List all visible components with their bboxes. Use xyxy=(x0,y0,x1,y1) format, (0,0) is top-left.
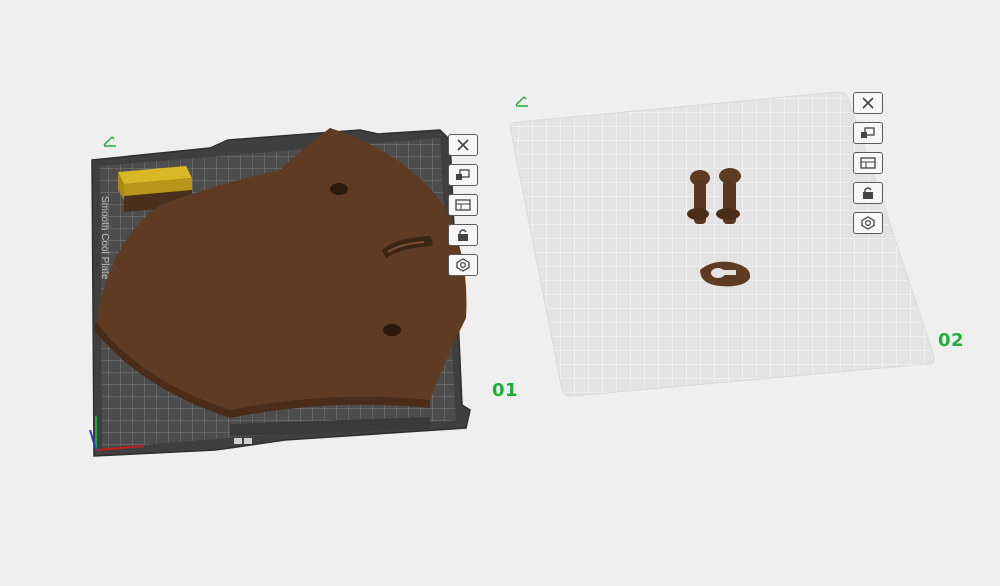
plate-01-toolbar xyxy=(448,134,478,284)
lock-icon xyxy=(458,229,468,241)
arrange-icon xyxy=(861,127,875,138)
plate-settings-button[interactable] xyxy=(853,212,883,234)
layout-plate-button[interactable] xyxy=(448,194,478,216)
arrange-plate-button[interactable] xyxy=(853,122,883,144)
plate-type-label: Smooth Cool Plate xyxy=(99,196,110,280)
lock-icon xyxy=(863,187,873,199)
plate-number-02: 02 xyxy=(938,330,965,351)
edit-plate-01-icon[interactable] xyxy=(102,134,120,148)
close-plate-button[interactable] xyxy=(448,134,478,156)
layout-icon xyxy=(860,157,876,169)
lock-plate-button[interactable] xyxy=(853,182,883,204)
close-icon xyxy=(457,139,469,151)
close-icon xyxy=(862,97,874,109)
plates-canvas xyxy=(89,91,935,457)
layout-icon xyxy=(455,199,471,211)
build-plate-scene: 01 02 Smooth Cool Plate xyxy=(0,0,1000,586)
plate-02-toolbar xyxy=(853,92,883,242)
lock-plate-button[interactable] xyxy=(448,224,478,246)
settings-icon xyxy=(861,216,875,230)
layout-plate-button[interactable] xyxy=(853,152,883,174)
plate-settings-button[interactable] xyxy=(448,254,478,276)
settings-icon xyxy=(456,258,470,272)
plate-number-01: 01 xyxy=(492,380,519,401)
close-plate-button[interactable] xyxy=(853,92,883,114)
edit-plate-02-icon[interactable] xyxy=(514,94,532,108)
arrange-plate-button[interactable] xyxy=(448,164,478,186)
arrange-icon xyxy=(456,169,470,180)
